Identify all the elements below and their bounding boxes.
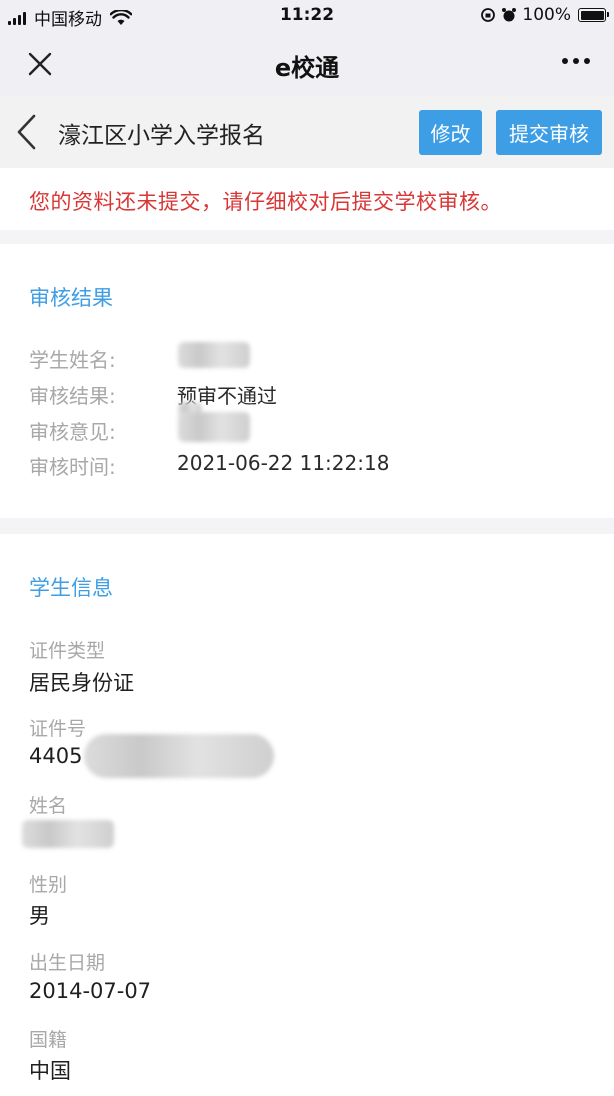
redacted-id-number — [84, 734, 274, 778]
redacted-opinion — [178, 412, 250, 442]
review-label-time: 审核时间: — [29, 455, 116, 479]
section-divider — [0, 230, 614, 244]
status-right: 100% — [480, 5, 609, 25]
submit-review-button[interactable]: 提交审核 — [496, 110, 602, 155]
alarm-icon — [502, 8, 517, 22]
field-label-name: 姓名 — [29, 795, 68, 817]
field-label-id-type: 证件类型 — [29, 640, 106, 662]
field-label-id-number: 证件号 — [29, 718, 87, 740]
notice-banner: 您的资料还未提交，请仔细校对后提交学校审核。 — [0, 168, 614, 230]
field-label-birthdate: 出生日期 — [29, 952, 106, 974]
back-arrow-icon[interactable] — [14, 112, 40, 152]
review-label-opinion: 审核意见: — [29, 420, 116, 444]
page-title: 濠江区小学入学报名 — [58, 123, 265, 149]
edit-button[interactable]: 修改 — [419, 110, 482, 155]
field-label-gender: 性别 — [29, 874, 68, 896]
field-value-nationality: 中国 — [29, 1059, 71, 1083]
section-divider — [0, 518, 614, 534]
review-section-title: 审核结果 — [29, 286, 113, 310]
status-bar: 中国移动 11:22 100% — [0, 0, 614, 32]
review-label-student-name: 学生姓名: — [29, 348, 116, 372]
field-value-birthdate: 2014-07-07 — [29, 979, 152, 1003]
review-value-time: 2021-06-22 11:22:18 — [177, 451, 390, 475]
student-section-title: 学生信息 — [29, 576, 113, 600]
notice-text: 您的资料还未提交，请仔细校对后提交学校审核。 — [29, 190, 502, 214]
rotation-lock-icon — [481, 8, 496, 22]
app-title: e校通 — [274, 54, 340, 82]
field-label-nationality: 国籍 — [29, 1029, 68, 1051]
field-value-gender: 男 — [29, 904, 50, 928]
battery-percent: 100% — [522, 5, 571, 25]
review-label-result: 审核结果: — [29, 384, 116, 408]
app-nav-bar: e校通 — [0, 32, 614, 96]
more-icon[interactable] — [562, 58, 590, 64]
redacted-student-name — [178, 342, 250, 368]
redacted-name — [22, 820, 114, 848]
field-value-id-type: 居民身份证 — [29, 671, 134, 695]
battery-icon — [578, 8, 609, 22]
field-value-id-number: 4405 — [29, 744, 83, 768]
